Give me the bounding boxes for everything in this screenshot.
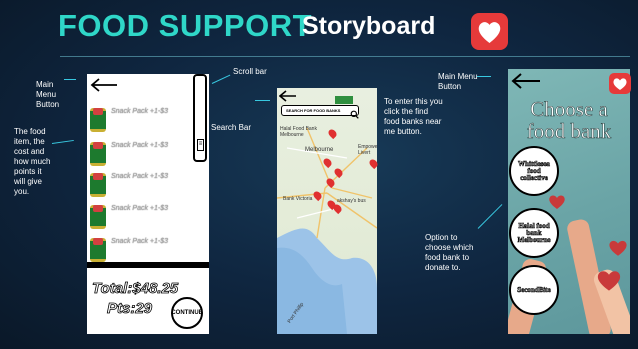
food-bank-option-button[interactable]: Whittlesea food collective xyxy=(509,146,559,196)
food-item-label: Snack Pack +1-$3 xyxy=(111,238,169,245)
title-food-support: FOOD SUPPORT xyxy=(58,8,313,43)
heart-logo-icon xyxy=(471,13,508,50)
can-icon xyxy=(90,238,106,262)
title-storyboard: Storyboard xyxy=(302,12,436,40)
food-bank-option-button[interactable]: SecondBite xyxy=(509,265,559,315)
map-label: akshay's bus xyxy=(337,198,366,204)
title-divider xyxy=(60,56,630,57)
map-label: Halal Food Bank Melbourne xyxy=(280,126,317,138)
map-view[interactable] xyxy=(277,88,377,334)
annotation-arrow xyxy=(477,76,491,77)
heart-icon xyxy=(596,269,622,297)
food-item-label: Snack Pack +1-$3 xyxy=(111,173,169,180)
food-bank-option-button[interactable]: Halal food bank Melbourne xyxy=(509,208,559,258)
scroll-thumb[interactable]: ≡ xyxy=(197,139,204,151)
annotation-find-food-banks: To enter this you click the find food ba… xyxy=(384,97,443,136)
continue-button[interactable]: CONTINUE xyxy=(171,297,203,329)
search-icon[interactable] xyxy=(350,106,359,124)
main-menu-heart-icon[interactable] xyxy=(609,73,631,94)
annotation-scroll-bar: Scroll bar xyxy=(233,67,267,76)
heart-icon xyxy=(608,239,628,262)
annotation-main-menu-left: Main Menu Button xyxy=(36,80,60,109)
food-item-row[interactable] xyxy=(90,134,106,166)
back-arrow-icon[interactable] xyxy=(278,89,297,107)
annotation-arrow xyxy=(64,79,76,80)
annotation-main-menu-right: Main Menu Button xyxy=(438,72,478,91)
can-icon xyxy=(90,173,106,197)
points-text: Pts:29 xyxy=(107,300,153,318)
map-label: Melbourne xyxy=(305,147,334,153)
can-icon xyxy=(90,205,106,229)
choose-food-bank-title: Choose a food bank xyxy=(526,97,612,143)
food-item-label: Snack Pack +1-$3 xyxy=(111,142,169,149)
food-item-row[interactable] xyxy=(90,100,106,132)
annotation-option-choose: Option to choose which food bank to dona… xyxy=(425,233,474,272)
food-item-row[interactable] xyxy=(90,230,106,262)
annotation-search-bar: Search Bar xyxy=(211,123,252,132)
total-text: Total:$48.25 xyxy=(92,280,179,298)
food-item-row[interactable] xyxy=(90,197,106,229)
can-icon xyxy=(90,142,106,166)
back-arrow-icon[interactable] xyxy=(511,73,541,94)
can-icon xyxy=(90,108,106,132)
annotation-arrow xyxy=(255,100,270,101)
annotation-food-item: The food item, the cost and how much poi… xyxy=(14,127,51,196)
map-label: Empowe Livert xyxy=(358,144,378,156)
heart-icon xyxy=(548,194,566,215)
food-item-label: Snack Pack +1-$3 xyxy=(111,205,169,212)
back-arrow-icon[interactable] xyxy=(90,78,118,97)
map-label: Bank Victoria xyxy=(283,196,313,202)
food-item-label: Snack Pack +1-$3 xyxy=(111,108,169,115)
food-item-row[interactable] xyxy=(90,165,106,197)
